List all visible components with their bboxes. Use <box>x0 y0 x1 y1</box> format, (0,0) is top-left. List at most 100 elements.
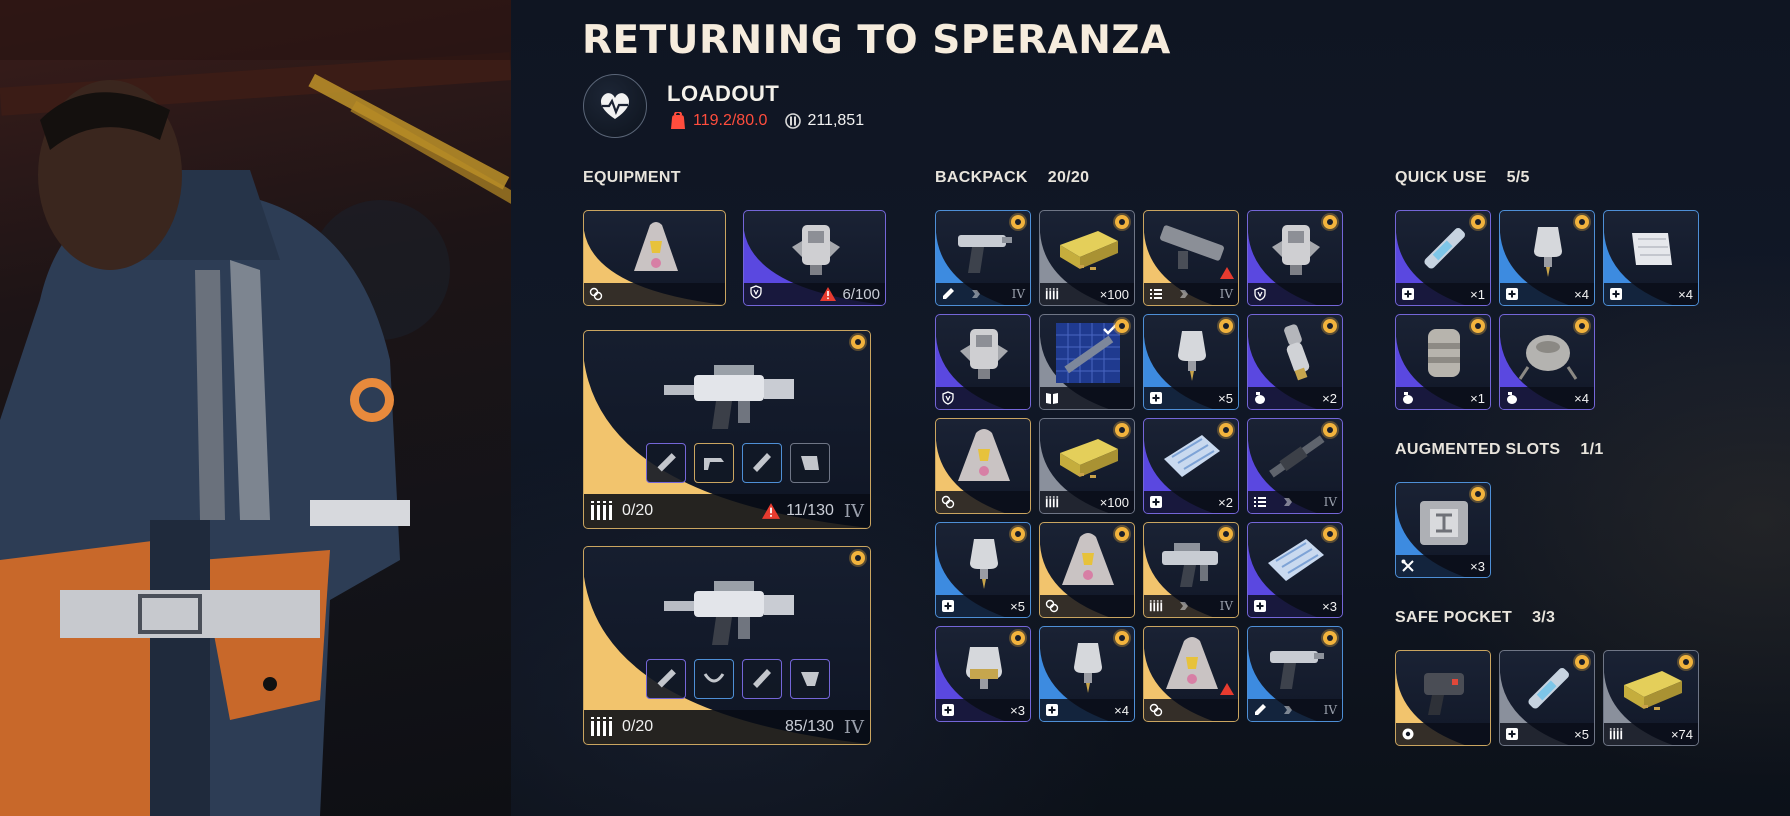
backpack-item-injector[interactable]: ×5 <box>1143 314 1239 410</box>
safe-pocket-item-ammo-box[interactable]: ×74 <box>1603 650 1699 746</box>
equipment-header: EQUIPMENT <box>583 169 681 186</box>
plus-icon <box>941 703 955 717</box>
backpack-item-pistol[interactable]: IV <box>1247 626 1343 722</box>
backpack-item-smg[interactable]: IV <box>1143 522 1239 618</box>
pistol-icon <box>950 217 1018 281</box>
backpack-item-augment-pack[interactable] <box>935 418 1031 514</box>
injector-icon <box>1054 633 1122 697</box>
weapon-2-tier: IV <box>843 716 864 738</box>
pin-icon <box>1471 215 1485 229</box>
mod-slot-underbarrel[interactable] <box>742 659 782 699</box>
item-tier: IV <box>1323 495 1337 509</box>
rifle-icon <box>664 581 794 645</box>
backpack-item-augment-pack[interactable] <box>1039 522 1135 618</box>
heart-pulse-icon[interactable] <box>583 74 647 138</box>
augment-pack-icon <box>634 222 678 271</box>
quick-use-item-injector[interactable]: ×4 <box>1499 210 1595 306</box>
item-quantity: ×1 <box>1470 286 1485 302</box>
item-tier: IV <box>1011 287 1025 301</box>
shield-slot[interactable]: 6/100 <box>743 210 886 306</box>
ammo-icon <box>1609 727 1623 741</box>
backpack-item-shield-pack[interactable] <box>1247 210 1343 306</box>
pin-icon <box>1115 423 1129 437</box>
mod-slot-stock[interactable] <box>790 659 830 699</box>
pin-icon <box>1011 527 1025 541</box>
item-quantity: ×3 <box>1470 558 1485 574</box>
plus-icon <box>941 599 955 613</box>
item-quantity: ×5 <box>1218 390 1233 406</box>
item-quantity: ×2 <box>1322 390 1337 406</box>
item-quantity: ×4 <box>1574 286 1589 302</box>
injector-icon <box>950 529 1018 593</box>
backpack-item-augment-pack[interactable] <box>1143 626 1239 722</box>
mod-slot-grip[interactable] <box>694 659 734 699</box>
weight-value: 119.2/80.0 <box>693 112 768 129</box>
mod-slot-muzzle[interactable] <box>646 443 686 483</box>
pin-icon <box>1219 527 1233 541</box>
weapon-slot-1[interactable]: 0/20 11/130 IV <box>583 330 871 529</box>
pin-icon <box>1115 527 1129 541</box>
safe-pocket-header: SAFE POCKET 3/3 <box>1395 609 1556 626</box>
warning-icon <box>1220 267 1234 279</box>
backpack-item-blueprint[interactable] <box>1039 314 1135 410</box>
quick-use-item-bandage-roll[interactable]: ×4 <box>1603 210 1699 306</box>
gear-icon <box>1401 727 1415 741</box>
quick-use-item-syringe[interactable]: ×1 <box>1395 210 1491 306</box>
plus-icon <box>1505 287 1519 301</box>
augmented-item-toolbox[interactable]: ×3 <box>1395 482 1491 578</box>
pin-icon <box>1219 319 1233 333</box>
pin-icon <box>851 335 865 349</box>
item-quantity: ×74 <box>1670 726 1693 742</box>
page-title: RETURNING TO SPERANZA <box>582 18 1171 63</box>
backpack-item-grenade-canister[interactable]: ×2 <box>1247 314 1343 410</box>
weapon-1-tier: IV <box>843 500 864 522</box>
item-quantity: ×100 <box>1099 286 1129 302</box>
augment-icon <box>1045 599 1059 613</box>
safe-pocket-item-device[interactable] <box>1395 650 1491 746</box>
backpack-item-bandage[interactable]: ×2 <box>1143 418 1239 514</box>
weapon-slot-2[interactable]: 0/20 85/130 IV <box>583 546 871 745</box>
backpack-item-launcher[interactable]: IV <box>1143 210 1239 306</box>
backpack-item-rifle[interactable]: IV <box>1247 418 1343 514</box>
backpack-item-injector-large[interactable]: ×3 <box>935 626 1031 722</box>
upgrade-icon <box>969 287 983 301</box>
shield-pack-icon <box>950 321 1018 385</box>
weapon-1-ammo: 0/20 <box>622 502 654 519</box>
weapon-2-durability: 85/130 <box>784 718 834 735</box>
item-quantity: ×3 <box>1322 598 1337 614</box>
backpack-item-injector[interactable]: ×5 <box>935 522 1031 618</box>
ammo-icon <box>1149 599 1163 613</box>
quick-use-item-mine[interactable]: ×4 <box>1499 314 1595 410</box>
backpack-item-ammo-box[interactable]: ×100 <box>1039 210 1135 306</box>
loadout-stats: 119.2/80.0 211,851 <box>669 112 864 130</box>
character-portrait <box>0 0 511 816</box>
safe-pocket-item-syringe[interactable]: ×5 <box>1499 650 1595 746</box>
shield-icon <box>941 391 955 405</box>
augment-pack-icon <box>1158 633 1226 697</box>
canister-icon <box>1410 321 1478 385</box>
backpack-item-pistol[interactable]: IV <box>935 210 1031 306</box>
injector-icon <box>1158 321 1226 385</box>
item-quantity: ×4 <box>1678 286 1693 302</box>
pin-icon <box>1323 319 1337 333</box>
shield-pack-icon <box>1262 217 1330 281</box>
ammo-box-icon <box>1618 657 1686 721</box>
quick-use-item-canister[interactable]: ×1 <box>1395 314 1491 410</box>
mod-slot-magazine[interactable] <box>790 443 830 483</box>
augment-slot[interactable] <box>583 210 726 306</box>
plus-icon <box>1045 703 1059 717</box>
list-icon <box>1149 287 1163 301</box>
ammo-icon <box>1045 287 1059 301</box>
mod-slot-grip[interactable] <box>694 443 734 483</box>
mod-slot-muzzle[interactable] <box>646 659 686 699</box>
backpack-item-injector[interactable]: ×4 <box>1039 626 1135 722</box>
backpack-item-ammo-box[interactable]: ×100 <box>1039 418 1135 514</box>
weight-indicator: 119.2/80.0 <box>669 112 767 130</box>
pin-icon <box>1575 655 1589 669</box>
injector-icon <box>1514 217 1582 281</box>
augment-icon <box>941 495 955 509</box>
weapon-2-ammo: 0/20 <box>622 718 654 735</box>
backpack-item-shield-pack[interactable] <box>935 314 1031 410</box>
backpack-item-bandage[interactable]: ×3 <box>1247 522 1343 618</box>
mod-slot-underbarrel[interactable] <box>742 443 782 483</box>
